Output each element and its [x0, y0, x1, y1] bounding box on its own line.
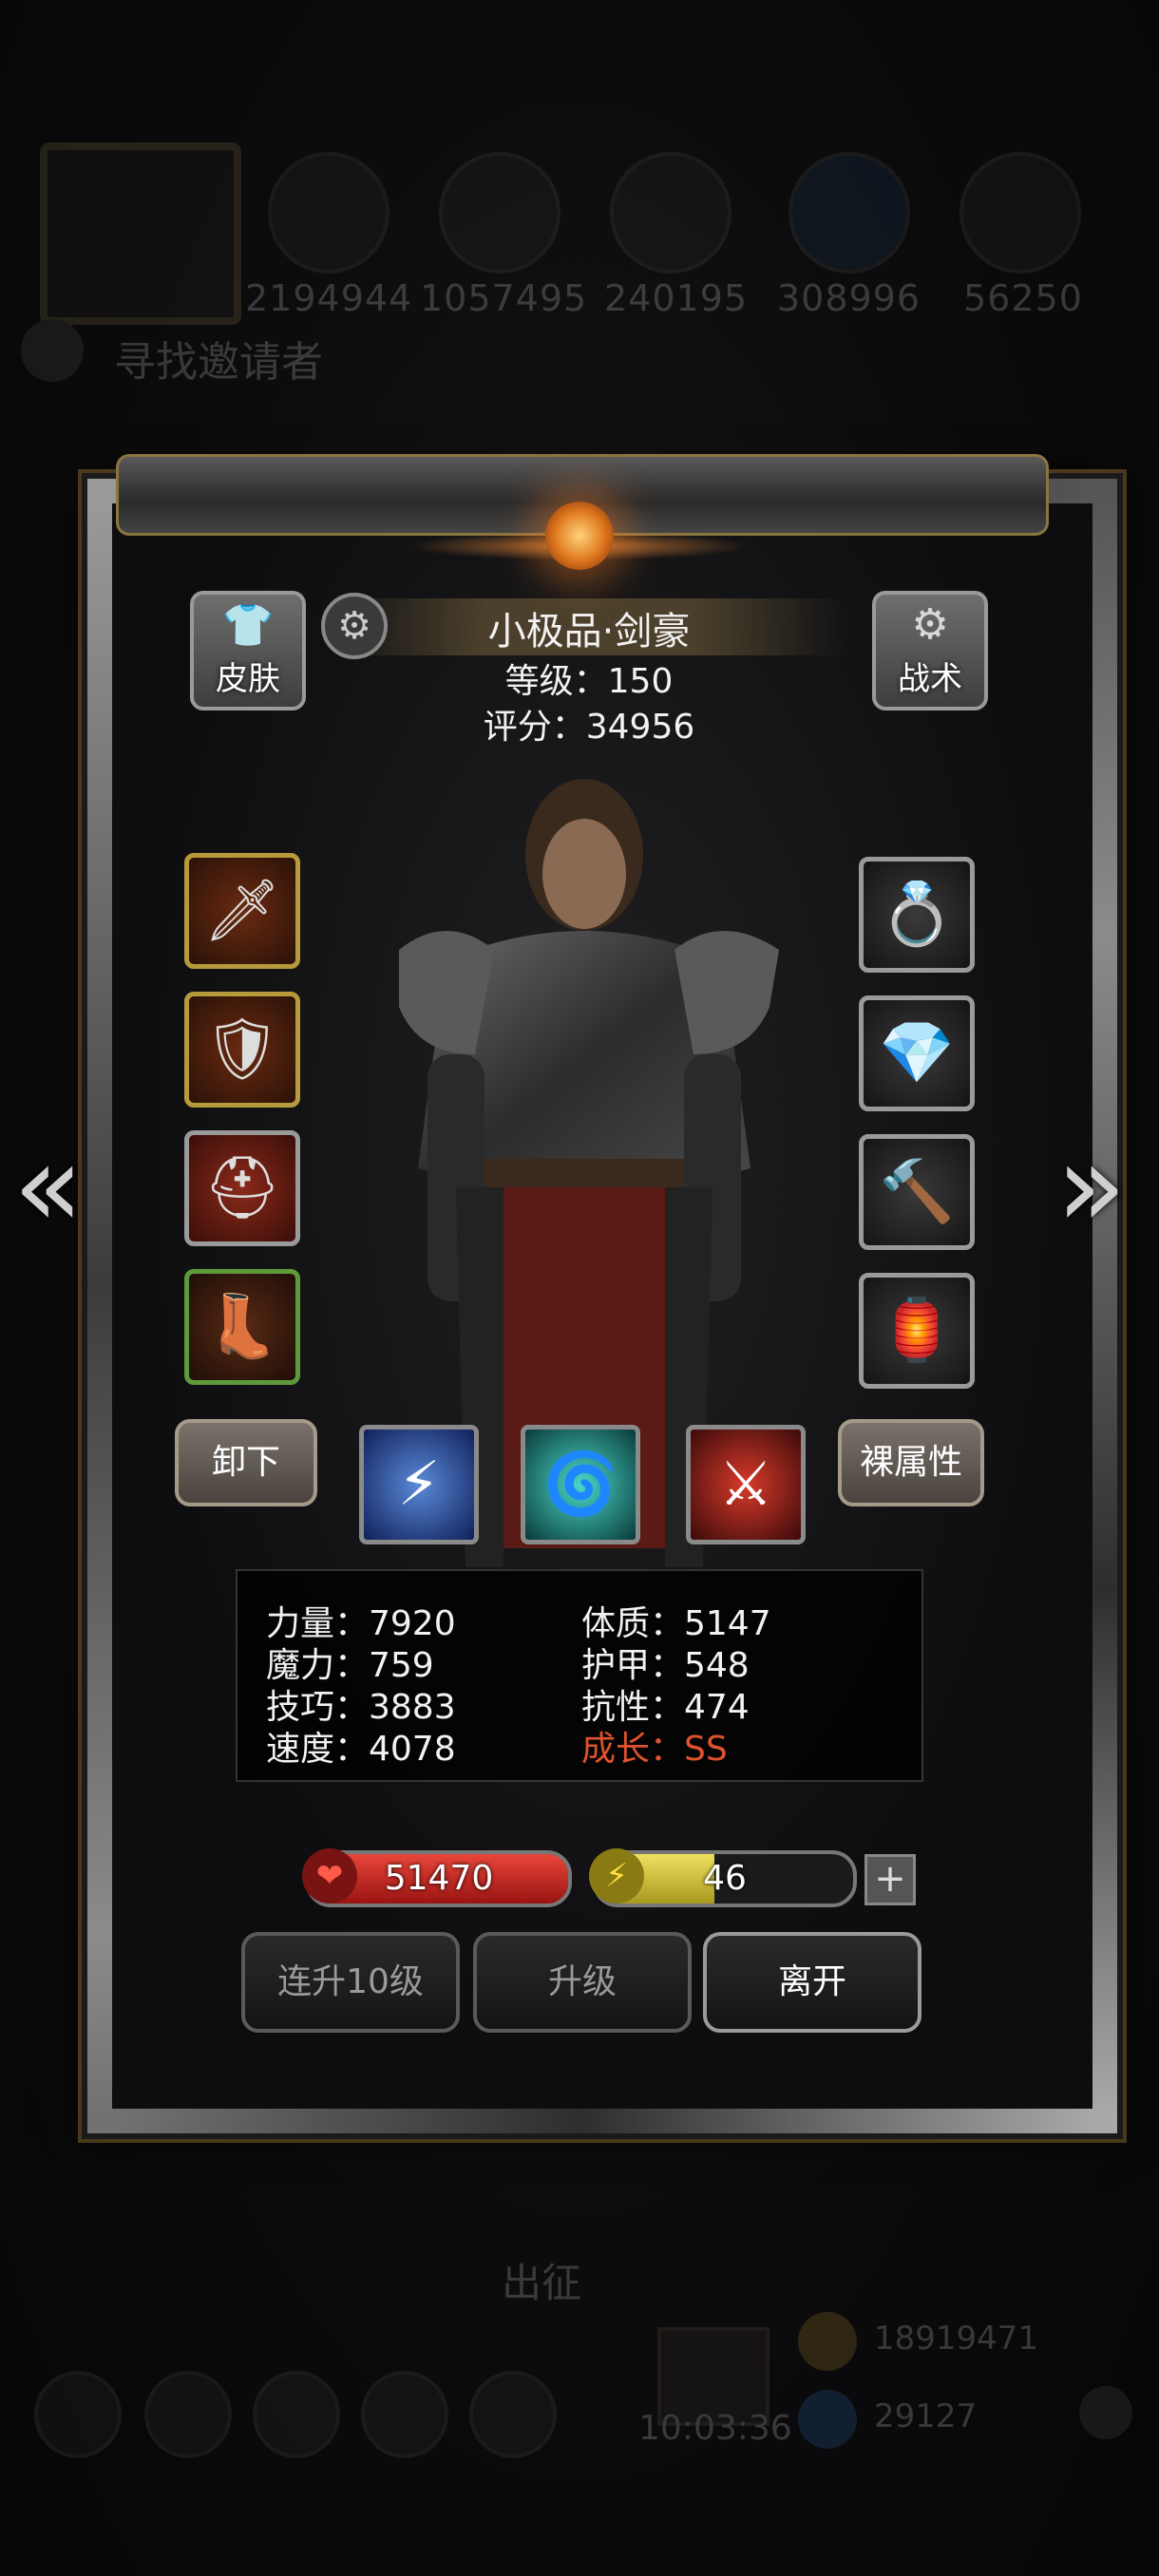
hero-score: 评分：34956 — [483, 708, 695, 747]
sword-icon: 🗡 — [203, 876, 281, 946]
equip-slot-helmet[interactable]: ⛑ — [184, 1130, 300, 1246]
unequip-button[interactable]: 卸下 — [175, 1419, 317, 1506]
level-up-10-button[interactable]: 连升10级 — [241, 1932, 460, 2033]
resource-count: 240195 — [604, 277, 749, 319]
mace-icon: 🔨 — [879, 1157, 955, 1227]
lantern-icon: 🏮 — [879, 1296, 955, 1366]
fire-ring-icon: 💍 — [879, 880, 955, 950]
level-up-button[interactable]: 升级 — [473, 1932, 692, 2033]
gear-icon: ⚙ — [911, 600, 949, 649]
tactics-button-label: 战术 — [898, 660, 962, 698]
skin-button-label: 皮肤 — [216, 660, 280, 698]
gem-icon — [798, 2390, 857, 2449]
leave-button[interactable]: 离开 — [703, 1932, 922, 2033]
resource-count: 56250 — [963, 277, 1083, 319]
heart-icon: ❤ — [302, 1848, 357, 1904]
crystal-icon: 💎 — [879, 1018, 955, 1089]
class-emblem-icon — [545, 502, 614, 570]
menu-button — [253, 2371, 340, 2458]
tactics-button[interactable]: ⚙ 战术 — [872, 591, 988, 710]
resource-count: 1057495 — [420, 277, 588, 319]
armor-icon: 🛡 — [203, 1014, 281, 1085]
equip-slot-armor[interactable]: 🛡 — [184, 992, 300, 1108]
stat-growth: 成长：SS — [581, 1730, 728, 1769]
equip-slot-lantern[interactable]: 🏮 — [859, 1273, 975, 1389]
whirlwind-skill-icon: 🌀 — [542, 1449, 618, 1520]
invite-label: 寻找邀请者 — [114, 338, 323, 387]
double-chevron-left-icon[interactable]: « — [13, 1130, 83, 1244]
skill-slot-3[interactable]: ⚔ — [686, 1425, 806, 1544]
equip-slot-weapon[interactable]: 🗡 — [184, 853, 300, 969]
hero-name: 小极品·剑豪 — [487, 610, 691, 653]
player-avatar — [40, 142, 241, 325]
menu-button — [469, 2371, 557, 2458]
resource-count: 308996 — [777, 277, 922, 319]
equip-slot-boots[interactable]: 👢 — [184, 1269, 300, 1385]
plus-icon — [1079, 2386, 1132, 2439]
shirt-icon: 👕 — [221, 601, 275, 650]
naked-attributes-button[interactable]: 裸属性 — [838, 1419, 984, 1506]
skill-slot-1[interactable]: ⚡ — [359, 1425, 479, 1544]
equip-slot-ring[interactable]: 💍 — [859, 857, 975, 973]
resource-icon — [788, 152, 910, 274]
lightning-icon: ⚡ — [589, 1848, 644, 1904]
skin-button[interactable]: 👕 皮肤 — [190, 591, 306, 710]
equip-slot-crystal[interactable]: 💎 — [859, 995, 975, 1111]
equip-slot-mace[interactable]: 🔨 — [859, 1134, 975, 1250]
hero-level: 等级：150 — [504, 662, 674, 701]
stat-speed: 速度：4078 — [266, 1730, 456, 1769]
boots-icon: 👢 — [204, 1292, 280, 1362]
menu-button — [34, 2371, 122, 2458]
depart-label: 出征 — [502, 2260, 582, 2306]
resource-count: 2194944 — [245, 277, 413, 319]
double-chevron-right-icon[interactable]: » — [1056, 1130, 1126, 1244]
resource-icon — [610, 152, 732, 274]
menu-button — [361, 2371, 448, 2458]
add-energy-button[interactable]: + — [864, 1854, 916, 1905]
gold-coin-icon — [798, 2312, 857, 2371]
gold-amount: 18919471 — [874, 2320, 1039, 2358]
helmet-icon: ⛑ — [203, 1153, 281, 1223]
strike-skill-icon: ⚔ — [718, 1449, 773, 1520]
menu-button — [144, 2371, 232, 2458]
timer-label: 10:03:36 — [638, 2409, 792, 2448]
slash-skill-icon: ⚡ — [397, 1449, 441, 1520]
resource-icon — [960, 152, 1081, 274]
skill-slot-2[interactable]: 🌀 — [521, 1425, 640, 1544]
resource-icon — [439, 152, 560, 274]
stats-panel: 力量：7920 体质：5147 魔力：759 护甲：548 技巧：3883 抗性… — [236, 1569, 923, 1782]
gem-amount: 29127 — [874, 2397, 978, 2435]
resource-icon — [268, 152, 390, 274]
invite-icon — [21, 319, 84, 382]
